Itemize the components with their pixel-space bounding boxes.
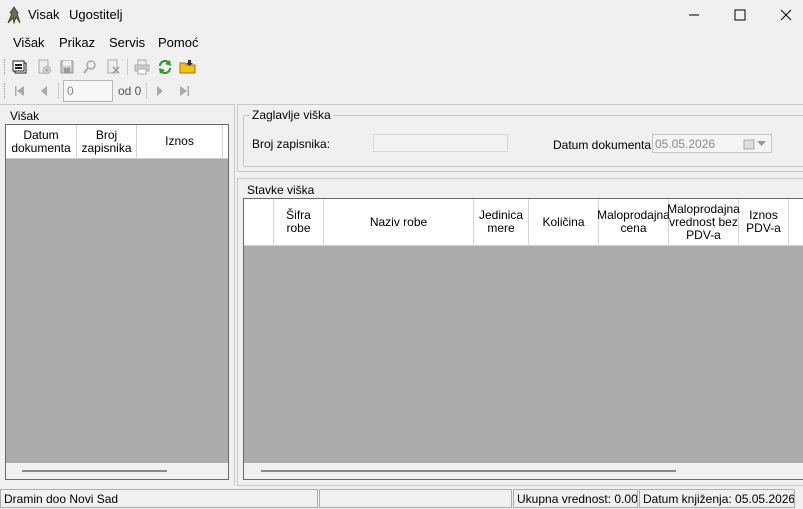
record-count-label: od 0 bbox=[118, 84, 142, 98]
scrollbar-thumb[interactable] bbox=[22, 470, 167, 472]
add-icon[interactable] bbox=[34, 58, 54, 76]
record-position-input[interactable]: 0 bbox=[63, 80, 113, 102]
column-header-datum[interactable]: Datum dokumenta bbox=[6, 125, 77, 158]
title-bar: Visak Ugostitelj bbox=[0, 0, 803, 30]
first-record-icon[interactable] bbox=[10, 82, 30, 100]
column-header-kolicina[interactable]: Količina bbox=[529, 199, 599, 245]
toolbar-grip[interactable] bbox=[4, 83, 7, 99]
delete-icon[interactable] bbox=[103, 58, 123, 76]
column-header-broj[interactable]: Broj zapisnika bbox=[77, 125, 137, 158]
items-group-title: Stavke viška bbox=[245, 183, 317, 197]
grid-header: Datum dokumenta Broj zapisnika Iznos bbox=[6, 125, 228, 159]
window-title: Visak bbox=[28, 7, 60, 22]
toolbar-grip[interactable] bbox=[4, 59, 7, 75]
menu-bar: Višak Prikaz Servis Pomoć bbox=[0, 33, 803, 53]
toolbar-separator bbox=[127, 59, 128, 75]
datum-dokumenta-value: 05.05.2026 bbox=[655, 137, 716, 151]
folder-icon[interactable] bbox=[178, 58, 198, 76]
toolbar-separator bbox=[146, 83, 147, 99]
column-header-iznos-pdv[interactable]: Iznos PDV-a bbox=[739, 199, 789, 245]
column-header-sifra[interactable]: Šifra robe bbox=[274, 199, 324, 245]
status-posting-date: Datum knjiženja: 05.05.2026 bbox=[639, 489, 795, 508]
broj-zapisnika-label: Broj zapisnika: bbox=[252, 137, 331, 151]
horizontal-scrollbar[interactable] bbox=[6, 463, 228, 479]
print-icon[interactable] bbox=[132, 58, 152, 76]
broj-zapisnika-field[interactable] bbox=[373, 134, 508, 152]
header-group-title: Zaglavlje viška bbox=[250, 108, 333, 122]
left-panel-title: Višak bbox=[10, 109, 40, 123]
maximize-button[interactable] bbox=[717, 0, 763, 30]
menu-servis[interactable]: Servis bbox=[109, 35, 145, 50]
close-button[interactable] bbox=[763, 0, 803, 30]
datum-dokumenta-picker[interactable]: 05.05.2026 bbox=[652, 134, 772, 153]
scrollbar-thumb[interactable] bbox=[261, 470, 676, 472]
save-icon[interactable] bbox=[57, 58, 77, 76]
chevron-down-icon bbox=[757, 140, 766, 146]
stavke-grid[interactable]: Šifra robe Naziv robe Jedinica mere Koli… bbox=[243, 198, 803, 480]
main-toolbar bbox=[4, 55, 204, 79]
grid-header: Šifra robe Naziv robe Jedinica mere Koli… bbox=[244, 199, 803, 246]
search-icon[interactable] bbox=[80, 58, 100, 76]
column-header-mp-cena[interactable]: Maloprodajna cena bbox=[597, 199, 670, 245]
status-total: Ukupna vrednost: 0.00 bbox=[513, 489, 638, 508]
new-document-icon[interactable] bbox=[10, 58, 30, 76]
previous-record-icon[interactable] bbox=[34, 82, 54, 100]
menu-prikaz[interactable]: Prikaz bbox=[59, 35, 95, 50]
date-dropdown[interactable] bbox=[743, 137, 769, 150]
last-record-icon[interactable] bbox=[174, 82, 194, 100]
row-selector-header bbox=[244, 199, 274, 245]
window-subtitle: Ugostitelj bbox=[69, 7, 123, 22]
status-bar: Dramin doo Novi Sad Ukupna vrednost: 0.0… bbox=[0, 488, 803, 509]
column-header-iznos[interactable]: Iznos bbox=[137, 125, 223, 158]
app-icon bbox=[6, 6, 22, 25]
refresh-icon[interactable] bbox=[155, 58, 175, 76]
column-header-jedinica[interactable]: Jedinica mere bbox=[474, 199, 529, 245]
horizontal-scrollbar[interactable] bbox=[244, 463, 803, 479]
menu-pomoc[interactable]: Pomoć bbox=[158, 35, 198, 50]
visak-list-grid[interactable]: Datum dokumenta Broj zapisnika Iznos bbox=[5, 124, 229, 480]
column-header-mp-vrednost[interactable]: Maloprodajna vrednost bez PDV-a bbox=[667, 199, 740, 245]
calendar-icon bbox=[743, 139, 755, 149]
column-header-naziv[interactable]: Naziv robe bbox=[324, 199, 474, 245]
minimize-button[interactable] bbox=[671, 0, 717, 30]
datum-dokumenta-label: Datum dokumenta: bbox=[553, 138, 655, 152]
status-company: Dramin doo Novi Sad bbox=[0, 489, 318, 508]
toolbar-separator bbox=[58, 83, 59, 99]
menu-visak[interactable]: Višak bbox=[13, 35, 45, 50]
status-middle bbox=[319, 489, 512, 508]
next-record-icon[interactable] bbox=[150, 82, 170, 100]
